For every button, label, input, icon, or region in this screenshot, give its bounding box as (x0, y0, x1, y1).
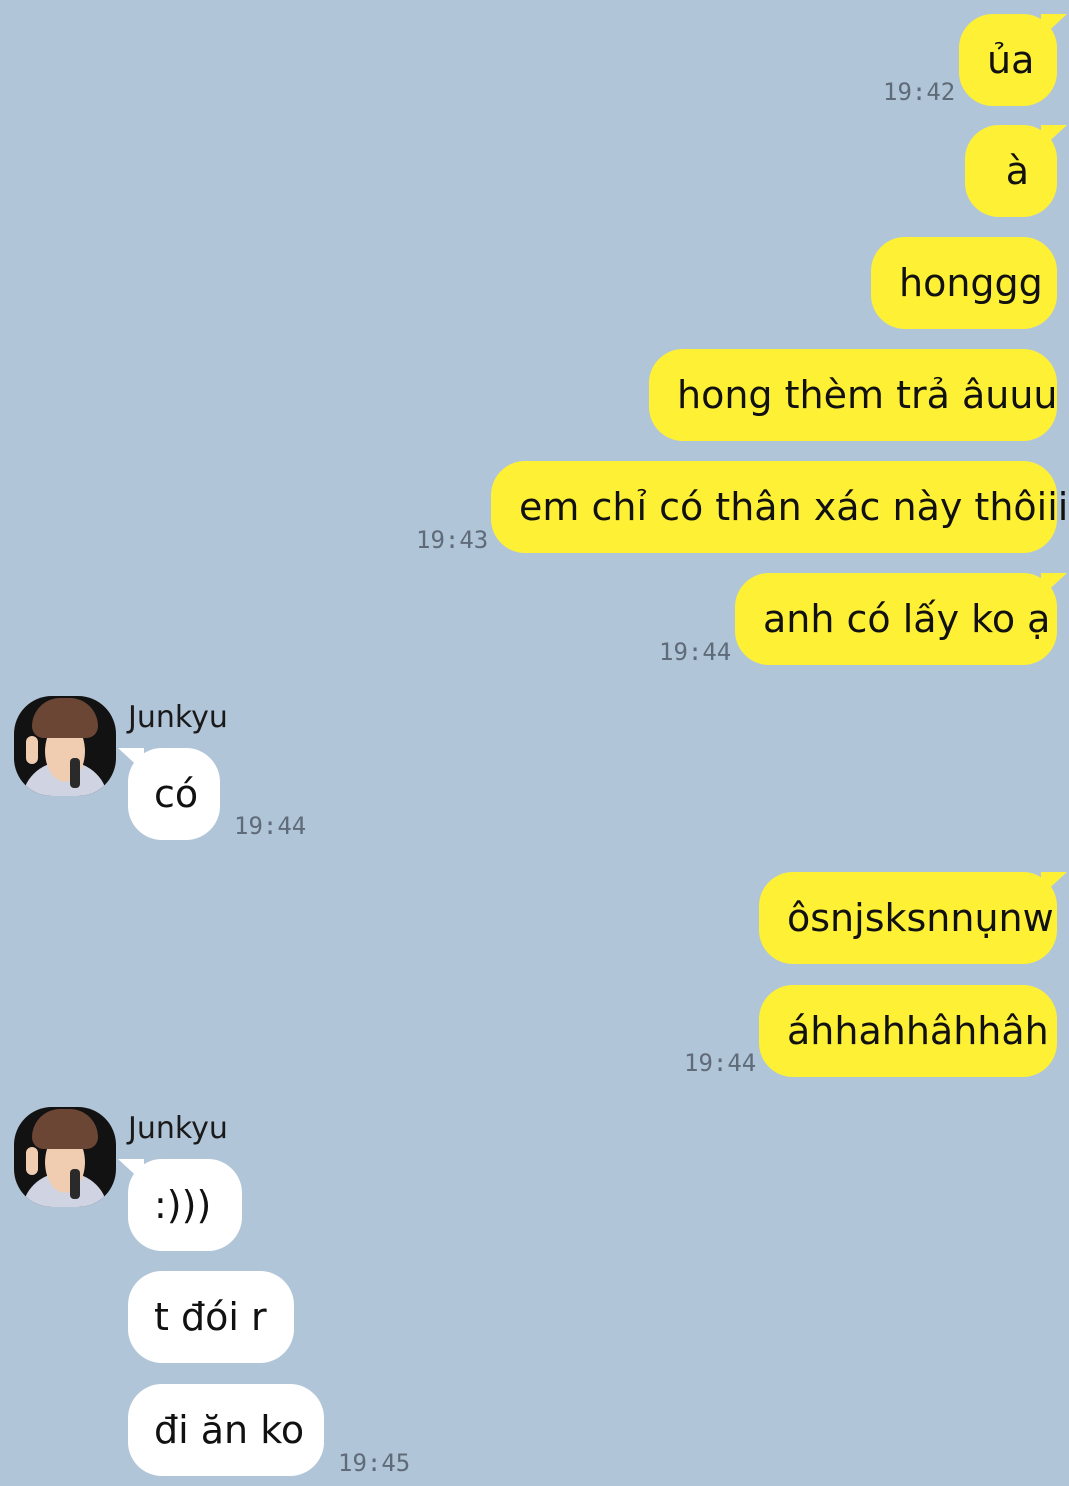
avatar-hair (32, 698, 98, 738)
outgoing-message-bubble[interactable]: áhhahhâhhâh (759, 985, 1057, 1077)
sender-name: Junkyu (128, 1111, 228, 1146)
message-timestamp: 19:44 (684, 1049, 757, 1077)
message-text: đi ăn ko (154, 1408, 305, 1452)
message-text: ôsnjsksnnụnw (787, 896, 1054, 940)
contact-avatar[interactable] (14, 1107, 116, 1207)
message-text: em chỉ có thân xác này thôiii (519, 485, 1069, 529)
avatar-peace-hand (26, 1147, 38, 1175)
message-timestamp: 19:42 (883, 78, 956, 106)
outgoing-message-bubble[interactable]: ôsnjsksnnụnw (759, 872, 1067, 964)
outgoing-message-bubble[interactable]: em chỉ có thân xác này thôiii (491, 461, 1068, 553)
message-text: à (1005, 149, 1029, 193)
sender-name: Junkyu (128, 700, 228, 735)
message-text: ủa (987, 38, 1035, 82)
message-timestamp: 19:43 (416, 526, 489, 554)
message-text: :))) (154, 1183, 212, 1227)
outgoing-message-bubble[interactable]: ủa (959, 14, 1067, 106)
message-text: anh có lấy ko ạ (763, 597, 1051, 641)
avatar-peace-hand (26, 736, 38, 764)
incoming-message-bubble[interactable]: đi ăn ko (128, 1384, 324, 1476)
message-text: áhhahhâhhâh (787, 1009, 1049, 1053)
message-text: có (154, 772, 199, 816)
outgoing-message-bubble[interactable]: anh có lấy ko ạ (735, 573, 1067, 665)
message-text: t đói r (154, 1295, 267, 1339)
avatar-microphone (70, 758, 80, 788)
message-timestamp: 19:44 (234, 812, 307, 840)
chat-view[interactable]: ủa 19:42 à honggg hong thèm trả âuuu em … (0, 0, 1069, 1486)
incoming-message-bubble[interactable]: có (118, 748, 220, 840)
message-text: hong thèm trả âuuu (677, 373, 1058, 417)
avatar-hair (32, 1109, 98, 1149)
outgoing-message-bubble[interactable]: honggg (871, 237, 1057, 329)
outgoing-message-bubble[interactable]: hong thèm trả âuuu (649, 349, 1058, 441)
message-timestamp: 19:44 (659, 638, 732, 666)
outgoing-message-bubble[interactable]: à (965, 125, 1067, 217)
message-timestamp: 19:45 (338, 1449, 411, 1477)
avatar-microphone (70, 1169, 80, 1199)
incoming-message-bubble[interactable]: t đói r (128, 1271, 294, 1363)
incoming-message-bubble[interactable]: :))) (118, 1159, 242, 1251)
message-text: honggg (899, 261, 1043, 305)
contact-avatar[interactable] (14, 696, 116, 796)
